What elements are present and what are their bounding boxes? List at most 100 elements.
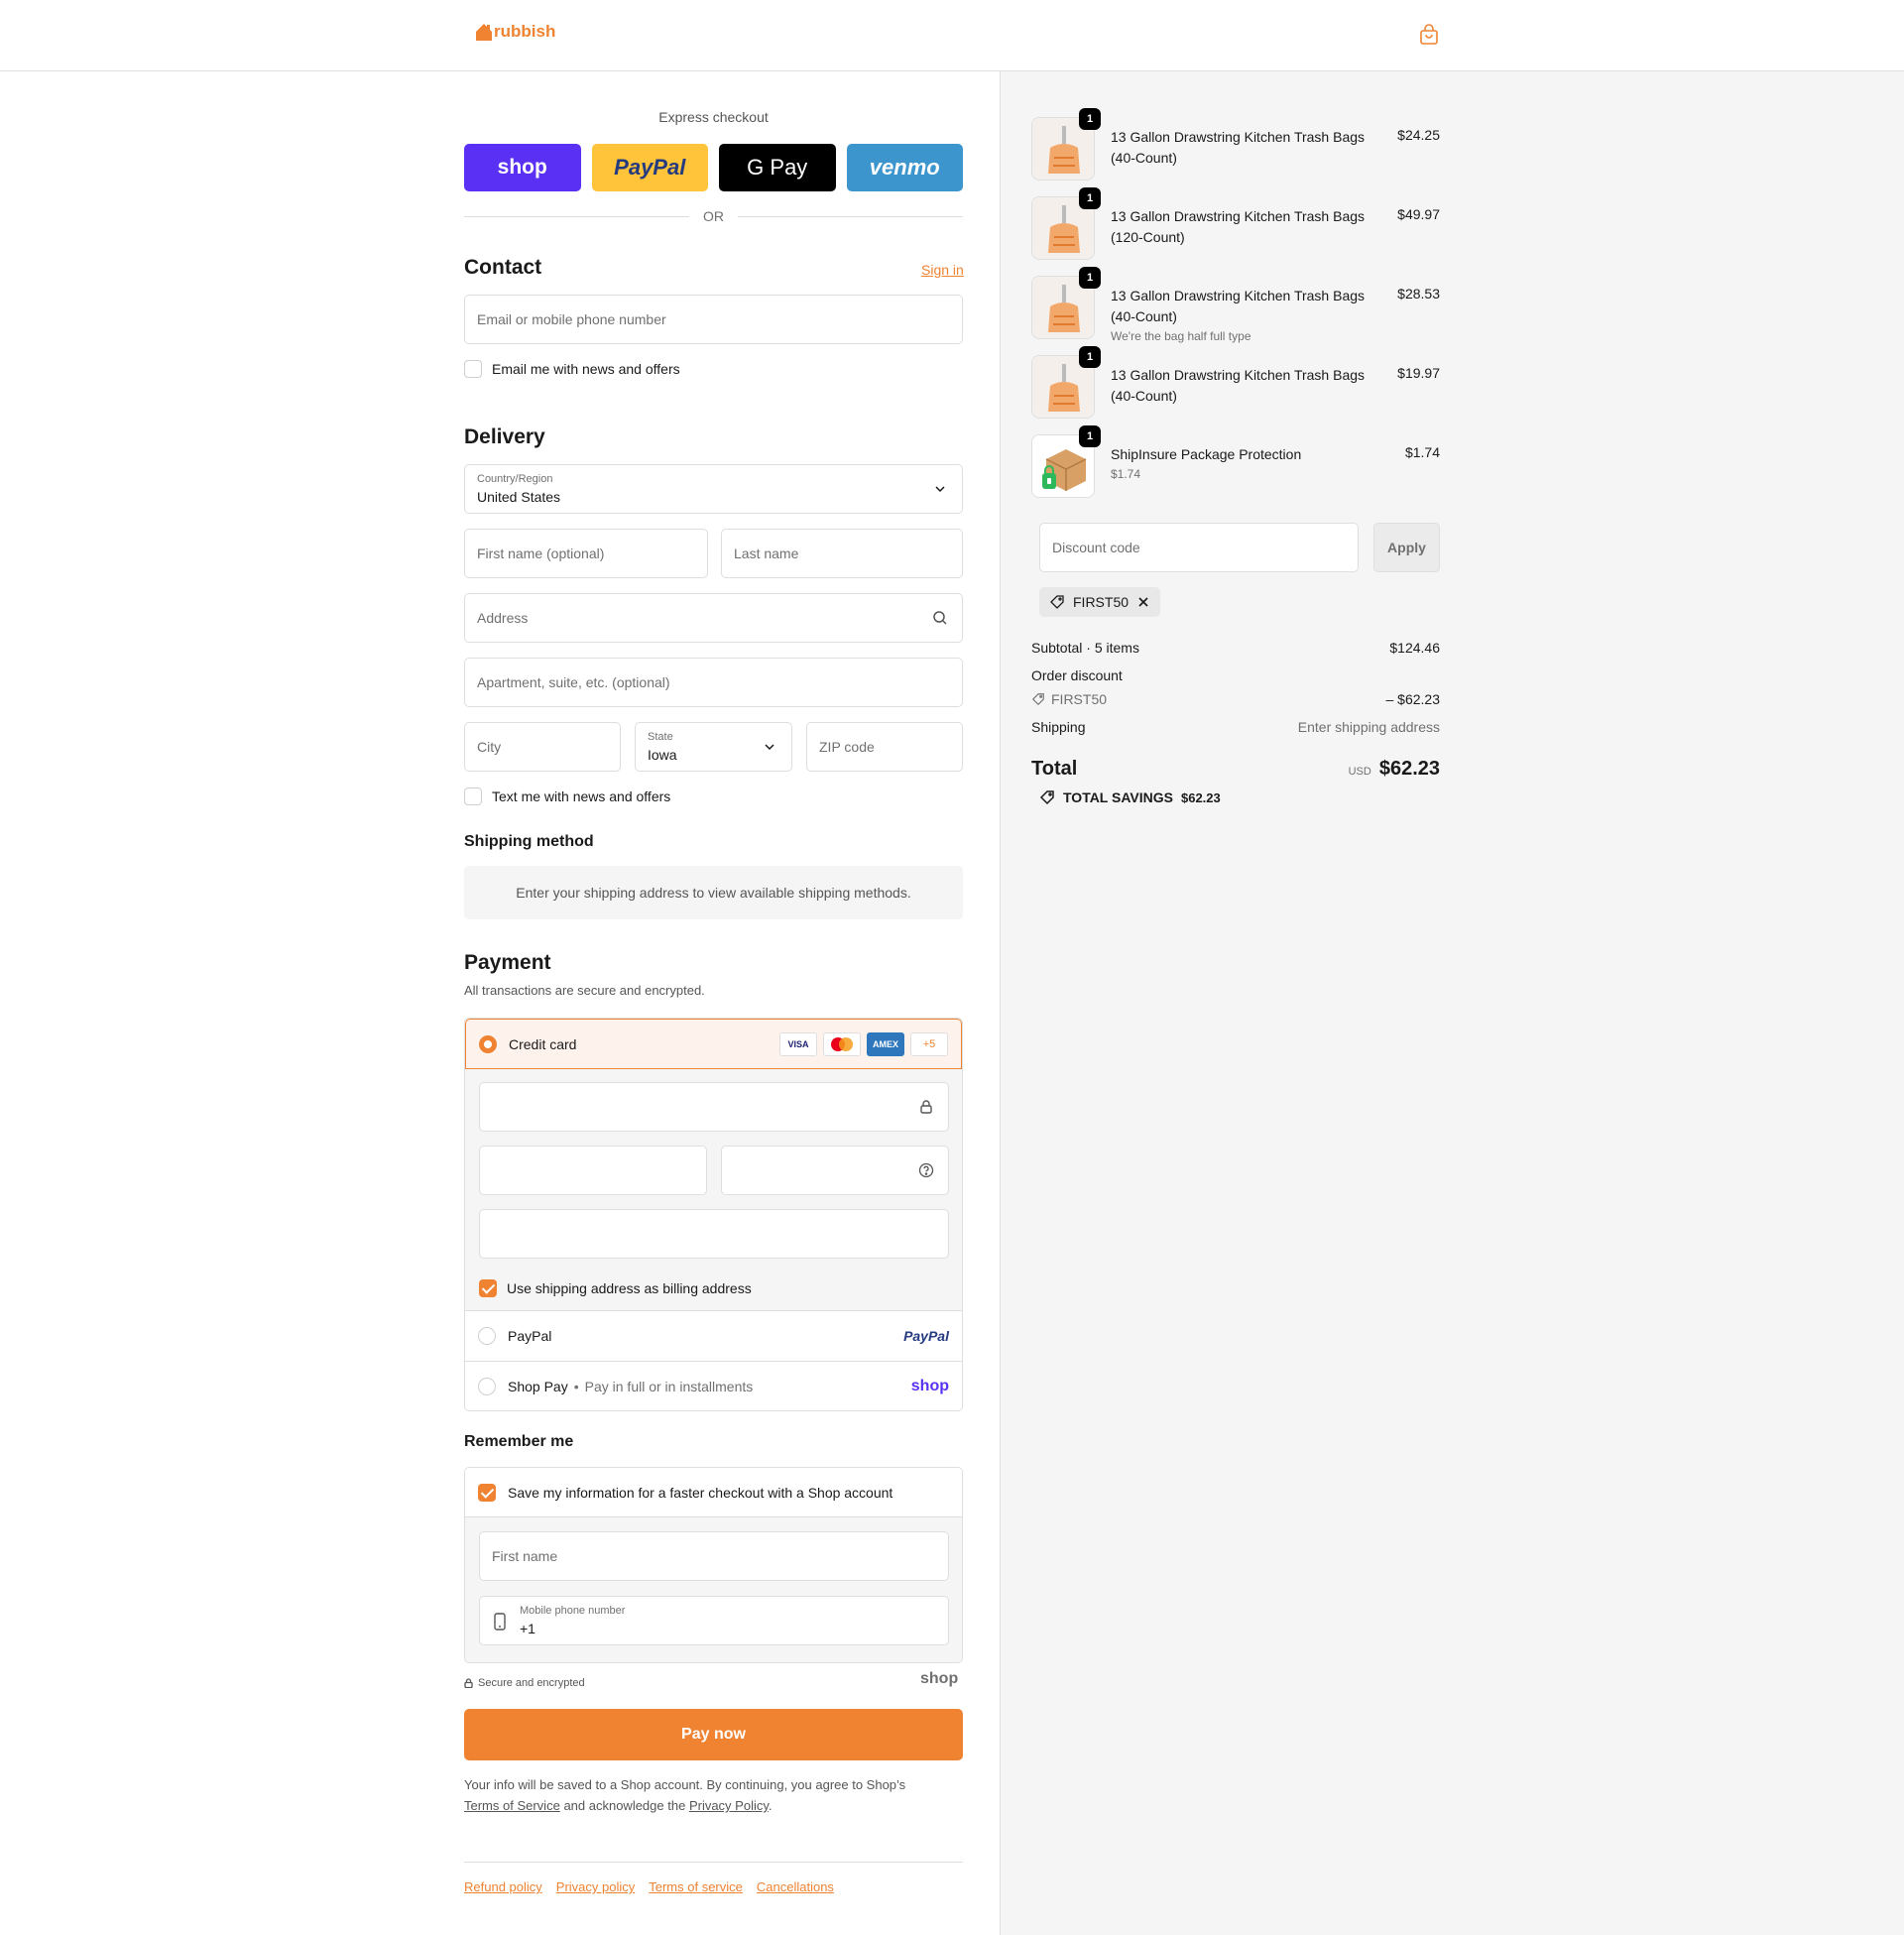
shop-account-form: First name Mobile phone number +1 — [465, 1517, 962, 1662]
quantity-badge: 1 — [1079, 187, 1101, 209]
express-checkout-title: Express checkout — [658, 109, 769, 125]
text-news-row[interactable]: Text me with news and offers — [464, 787, 670, 805]
paypal-express-button[interactable]: PayPal — [591, 144, 708, 191]
store-logo[interactable]: rubbish — [474, 22, 555, 42]
email-news-checkbox[interactable] — [464, 360, 482, 378]
privacy-policy-link[interactable]: Privacy Policy — [689, 1798, 769, 1813]
help-circle-icon[interactable] — [918, 1162, 934, 1178]
item-price: $28.53 — [1397, 286, 1440, 302]
address-field[interactable]: Address — [464, 593, 963, 643]
sign-in-link[interactable]: Sign in — [921, 262, 964, 278]
total-amount: USD $62.23 — [1349, 758, 1440, 781]
terms-of-service-footer-link[interactable]: Terms of service — [649, 1879, 743, 1894]
privacy-policy-footer-link[interactable]: Privacy policy — [556, 1879, 635, 1894]
tag-icon — [1031, 693, 1044, 706]
email-news-row[interactable]: Email me with news and offers — [464, 360, 680, 378]
item-title: 13 Gallon Drawstring Kitchen Trash Bags … — [1111, 129, 1366, 166]
apartment-placeholder: Apartment, suite, etc. (optional) — [477, 674, 670, 690]
card-number-field[interactable] — [479, 1082, 949, 1132]
country-select[interactable]: Country/Region United States — [464, 464, 963, 514]
name-on-card-field[interactable] — [479, 1209, 949, 1259]
close-icon[interactable] — [1136, 595, 1150, 609]
item-title: ShipInsure Package Protection — [1111, 446, 1302, 462]
order-item: 1 13 Gallon Drawstring Kitchen Trash Bag… — [1031, 346, 1440, 421]
last-name-field[interactable]: Last name — [721, 529, 963, 578]
billing-same-checkbox[interactable] — [479, 1279, 497, 1297]
checkout-form-panel: Express checkout shop PayPal G Pay venmo… — [0, 71, 1000, 1935]
billing-same-row[interactable]: Use shipping address as billing address — [479, 1279, 752, 1297]
expiration-date-field[interactable] — [479, 1146, 707, 1195]
delivery-heading: Delivery — [464, 425, 545, 448]
refund-policy-link[interactable]: Refund policy — [464, 1879, 542, 1894]
save-info-row[interactable]: Save my information for a faster checkou… — [465, 1468, 962, 1517]
discount-code-row: FIRST50 – $62.23 — [1031, 691, 1440, 707]
discount-code-field[interactable]: Discount code — [1039, 523, 1359, 572]
email-field[interactable]: Email or mobile phone number — [464, 295, 963, 344]
item-title: 13 Gallon Drawstring Kitchen Trash Bags … — [1111, 208, 1366, 245]
lock-icon — [464, 1678, 473, 1688]
apply-discount-button[interactable]: Apply — [1373, 523, 1440, 572]
item-variant: $1.74 — [1111, 467, 1141, 481]
shop-pay-express-button[interactable]: shop — [464, 144, 581, 191]
cancellations-link[interactable]: Cancellations — [757, 1879, 834, 1894]
mastercard-icon — [823, 1031, 861, 1056]
email-news-label: Email me with news and offers — [492, 361, 680, 377]
footer-divider — [464, 1862, 963, 1863]
order-item: 1 13 Gallon Drawstring Kitchen Trash Bag… — [1031, 108, 1440, 182]
or-divider: OR — [464, 208, 963, 224]
item-name: 13 Gallon Drawstring Kitchen Trash Bags … — [1111, 286, 1378, 345]
credit-card-radio[interactable] — [479, 1034, 497, 1053]
search-icon — [933, 611, 947, 625]
shop-pay-option[interactable]: Shop Pay • Pay in full or in installment… — [465, 1361, 962, 1410]
zip-placeholder: ZIP code — [819, 739, 875, 755]
apartment-field[interactable]: Apartment, suite, etc. (optional) — [464, 658, 963, 707]
total-value: $62.23 — [1378, 758, 1440, 780]
first-name-field[interactable]: First name (optional) — [464, 529, 708, 578]
total-savings-value: $62.23 — [1180, 789, 1221, 805]
legal-text-3: . — [768, 1798, 773, 1813]
shop-pay-logo: shop — [910, 1377, 949, 1394]
phone-value: +1 — [520, 1621, 536, 1636]
discount-placeholder: Discount code — [1052, 540, 1140, 555]
remember-me-heading: Remember me — [464, 1433, 574, 1450]
text-news-checkbox[interactable] — [464, 787, 482, 805]
credit-card-option[interactable]: Credit card VISA AMEX +5 — [465, 1019, 962, 1069]
zip-field[interactable]: ZIP code — [806, 722, 963, 772]
more-cards-badge: +5 — [910, 1031, 948, 1056]
shopping-bag-icon[interactable] — [1418, 24, 1440, 46]
item-price: $24.25 — [1397, 127, 1440, 143]
discount-value: – $62.23 — [1385, 691, 1441, 707]
shipping-label: Shipping — [1031, 719, 1086, 735]
terms-of-service-link[interactable]: Terms of Service — [464, 1798, 560, 1813]
applied-code-label: FIRST50 — [1073, 594, 1130, 610]
state-select[interactable]: State Iowa — [635, 722, 792, 772]
shop-pay-sub: Pay in full or in installments — [584, 1378, 754, 1394]
save-info-checkbox[interactable] — [478, 1483, 496, 1502]
paypal-option[interactable]: PayPal PayPal — [465, 1311, 962, 1361]
or-label: OR — [703, 208, 724, 224]
country-value: United States — [477, 489, 561, 505]
pay-now-button[interactable]: Pay now — [464, 1709, 963, 1760]
logo-text: rubbish — [494, 22, 556, 41]
item-title: 13 Gallon Drawstring Kitchen Trash Bags … — [1111, 288, 1366, 324]
quantity-badge: 1 — [1079, 108, 1101, 130]
text-news-label: Text me with news and offers — [492, 788, 671, 804]
venmo-express-button[interactable]: venmo — [846, 144, 963, 191]
shop-logo: shop — [920, 1670, 959, 1687]
card-brand-badges: VISA AMEX +5 — [779, 1031, 948, 1056]
city-field[interactable]: City — [464, 722, 621, 772]
subtotal-row: Subtotal · 5 items $124.46 — [1031, 640, 1440, 656]
item-name: ShipInsure Package Protection $1.74 — [1111, 444, 1378, 483]
shop-pay-radio[interactable] — [478, 1377, 496, 1395]
currency-code: USD — [1348, 766, 1371, 778]
google-pay-express-button[interactable]: G Pay — [719, 144, 836, 191]
payment-methods: Credit card VISA AMEX +5 Use shipping ad… — [464, 1018, 963, 1411]
security-code-field[interactable] — [721, 1146, 949, 1195]
paypal-radio[interactable] — [478, 1327, 496, 1345]
city-placeholder: City — [477, 739, 502, 755]
order-discount-row: Order discount — [1031, 667, 1440, 683]
phone-icon — [494, 1613, 506, 1631]
state-value: Iowa — [648, 747, 677, 763]
mobile-phone-field[interactable]: Mobile phone number +1 — [479, 1596, 949, 1645]
remember-first-name-field[interactable]: First name — [479, 1531, 949, 1581]
